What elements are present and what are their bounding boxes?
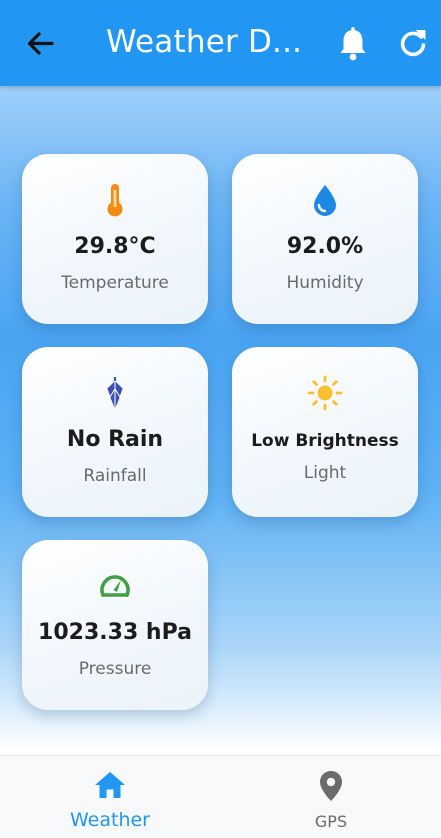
humidity-value: 92.0% [286,234,364,259]
temperature-label: Temperature [61,273,169,293]
sun-icon [307,375,343,411]
light-card[interactable]: Low Brightness Light [232,347,418,517]
temperature-value: 29.8°C [74,234,156,259]
app-bar: Weather D... [0,0,441,86]
rainfall-value: No Rain [66,427,164,452]
rainfall-label: Rainfall [83,466,147,486]
bell-icon[interactable] [336,26,370,62]
nav-item-gps[interactable]: GPS [221,756,441,838]
page-title: Weather D... [106,24,303,60]
humidity-card[interactable]: 92.0% Humidity [232,154,418,324]
light-value: Low Brightness [251,431,399,451]
nav-label-gps: GPS [314,812,348,831]
speedometer-icon [100,575,130,597]
pressure-label: Pressure [78,659,152,679]
pressure-value: 1023.33 hPa [38,620,192,645]
nav-label-weather: Weather [70,809,150,831]
water-drop-icon [314,185,336,216]
home-icon [95,772,125,798]
location-pin-icon [320,771,342,801]
arrow-back-icon[interactable] [22,26,58,62]
weather-content: 29.8°C Temperature 92.0% Humidity No Rai… [0,86,441,752]
rainfall-card[interactable]: No Rain Rainfall [22,347,208,517]
light-label: Light [303,463,347,483]
nav-item-weather[interactable]: Weather [0,756,220,838]
bottom-navigation: Weather GPS [0,755,441,838]
refresh-icon[interactable] [396,26,430,60]
humidity-label: Humidity [286,273,364,293]
umbrella-icon [106,377,124,409]
temperature-card[interactable]: 29.8°C Temperature [22,154,208,324]
pressure-card[interactable]: 1023.33 hPa Pressure [22,540,208,710]
thermometer-icon [107,184,123,217]
